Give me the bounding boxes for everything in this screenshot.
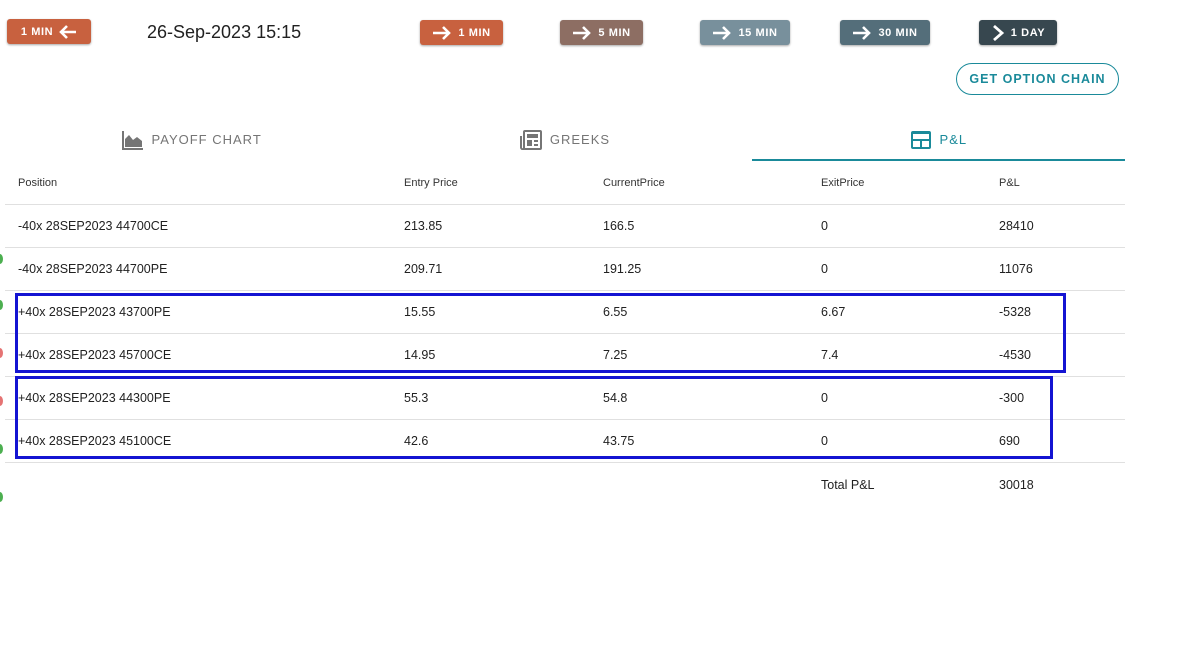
current-price-cell: 191.25: [603, 262, 642, 276]
forward-15min-button[interactable]: 15 MIN: [700, 20, 790, 45]
back-1min-button[interactable]: 1 MIN: [7, 19, 91, 44]
current-price-cell: 6.55: [603, 305, 628, 319]
position-cell: +40x 28SEP2023 43700PE: [18, 305, 171, 319]
current-price-cell: 166.5: [603, 219, 635, 233]
forward-1min-button[interactable]: 1 MIN: [420, 20, 503, 45]
status-dot: [0, 254, 3, 264]
tab-payoff-chart-label: PAYOFF CHART: [151, 132, 262, 147]
arrow-left-icon: [59, 24, 77, 39]
forward-1day-label: 1 DAY: [1010, 26, 1046, 39]
forward-5min-button[interactable]: 5 MIN: [560, 20, 643, 45]
status-dot: [0, 492, 3, 502]
forward-30min-button[interactable]: 30 MIN: [840, 20, 930, 45]
back-1min-label: 1 MIN: [20, 25, 54, 38]
position-cell: +40x 28SEP2023 45700CE: [18, 348, 172, 362]
header-pnl: P&L: [999, 176, 1020, 189]
area-chart-icon: [121, 130, 143, 150]
pnl-table: Position Entry Price CurrentPrice ExitPr…: [5, 161, 1125, 506]
total-pnl-label: Total P&L: [821, 477, 875, 492]
tab-greeks[interactable]: GREEKS: [378, 118, 751, 161]
forward-15min-label: 15 MIN: [738, 26, 778, 39]
current-datetime: 26-Sep-2023 15:15: [147, 22, 302, 42]
newspaper-icon: [519, 129, 542, 150]
status-dot: [0, 348, 3, 358]
table-row[interactable]: +40x 28SEP2023 45700CE 14.95 7.25 7.4 -4…: [5, 334, 1125, 377]
table-row[interactable]: +40x 28SEP2023 44300PE 55.3 54.8 0 -300: [5, 377, 1125, 420]
table-row[interactable]: +40x 28SEP2023 45100CE 42.6 43.75 0 690: [5, 420, 1125, 463]
tab-pnl[interactable]: P&L: [751, 118, 1126, 161]
total-pnl-value: 30018: [999, 477, 1034, 492]
position-cell: -40x 28SEP2023 44700CE: [18, 219, 169, 233]
entry-price-cell: 213.85: [404, 219, 443, 233]
position-cell: +40x 28SEP2023 44300PE: [18, 391, 171, 405]
forward-1min-label: 1 MIN: [458, 26, 491, 39]
pnl-cell: -300: [999, 391, 1025, 405]
entry-price-cell: 42.6: [404, 434, 429, 448]
header-current-price: CurrentPrice: [603, 176, 665, 189]
exit-price-cell: 0: [821, 262, 828, 276]
status-dot: [0, 396, 3, 406]
pnl-cell: -4530: [999, 348, 1031, 362]
exit-price-cell: 0: [821, 391, 828, 405]
position-cell: +40x 28SEP2023 45100CE: [18, 434, 172, 448]
chevron-right-icon: [992, 24, 1004, 41]
arrow-right-icon: [573, 25, 592, 40]
entry-price-cell: 209.71: [404, 262, 443, 276]
table-header-row: Position Entry Price CurrentPrice ExitPr…: [5, 161, 1125, 205]
pnl-cell: 11076: [999, 262, 1033, 276]
pnl-cell: -5328: [999, 305, 1031, 319]
table-row[interactable]: -40x 28SEP2023 44700PE 209.71 191.25 0 1…: [5, 248, 1125, 291]
arrow-right-icon: [713, 25, 732, 40]
header-exit-price: ExitPrice: [821, 176, 865, 189]
current-price-cell: 54.8: [603, 391, 628, 405]
entry-price-cell: 15.55: [404, 305, 436, 319]
table-icon: [910, 130, 931, 149]
table-row[interactable]: +40x 28SEP2023 43700PE 15.55 6.55 6.67 -…: [5, 291, 1125, 334]
pnl-cell: 690: [999, 434, 1020, 448]
forward-5min-label: 5 MIN: [598, 26, 631, 39]
current-price-cell: 7.25: [603, 348, 628, 362]
arrow-right-icon: [433, 25, 452, 40]
tab-greeks-label: GREEKS: [549, 132, 611, 147]
exit-price-cell: 0: [821, 219, 828, 233]
tab-payoff-chart[interactable]: PAYOFF CHART: [5, 118, 378, 161]
pnl-cell: 28410: [999, 219, 1034, 233]
tab-bar: PAYOFF CHART GREEKS P&L: [5, 118, 1126, 161]
forward-30min-label: 30 MIN: [878, 26, 918, 39]
current-price-cell: 43.75: [603, 434, 635, 448]
get-option-chain-button[interactable]: GET OPTION CHAIN: [956, 63, 1119, 95]
entry-price-cell: 14.95: [404, 348, 436, 362]
exit-price-cell: 0: [821, 434, 828, 448]
status-dot: [0, 300, 3, 310]
tab-pnl-label: P&L: [939, 132, 968, 147]
status-dot: [0, 444, 3, 454]
exit-price-cell: 6.67: [821, 305, 846, 319]
arrow-right-icon: [853, 25, 872, 40]
entry-price-cell: 55.3: [404, 391, 429, 405]
table-row[interactable]: -40x 28SEP2023 44700CE 213.85 166.5 0 28…: [5, 205, 1125, 248]
total-row: Total P&L 30018: [5, 463, 1125, 506]
header-position: Position: [18, 176, 58, 189]
exit-price-cell: 7.4: [821, 348, 839, 362]
position-cell: -40x 28SEP2023 44700PE: [18, 262, 168, 276]
forward-1day-button[interactable]: 1 DAY: [979, 20, 1057, 45]
header-entry-price: Entry Price: [404, 176, 458, 189]
